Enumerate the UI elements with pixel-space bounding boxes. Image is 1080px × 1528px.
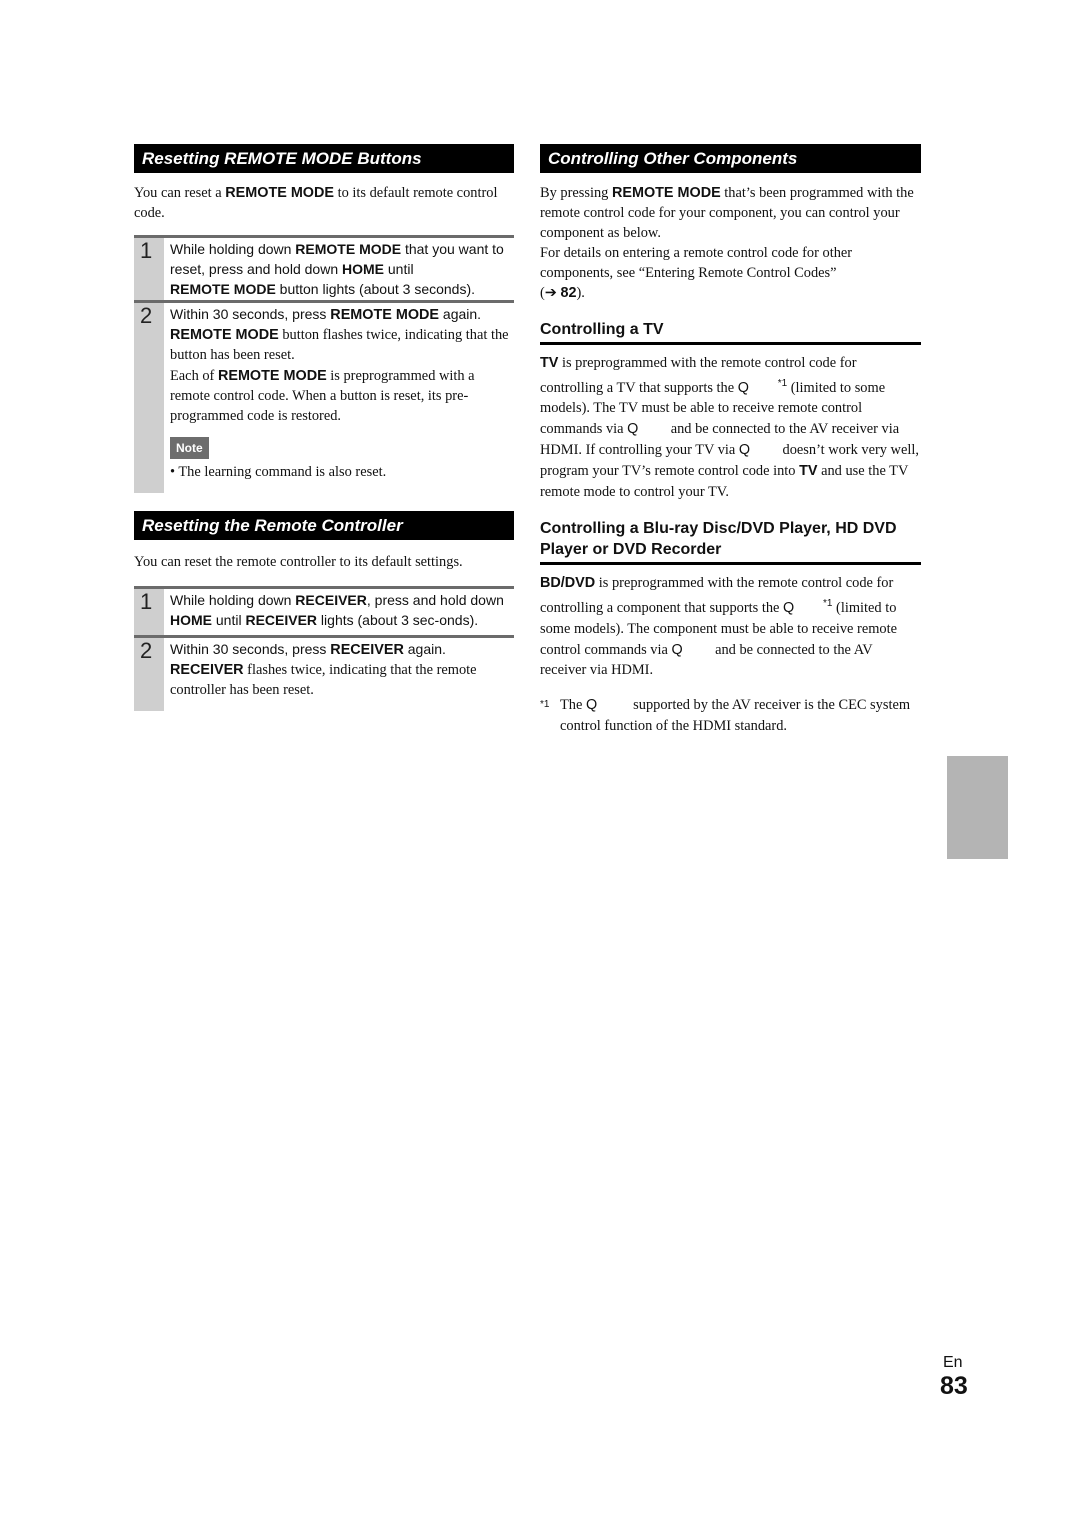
hdmi-control-logo-icon: Q	[737, 379, 749, 396]
step-text: While holding down RECEIVER, press and h…	[170, 592, 504, 628]
step-number: 1	[134, 589, 164, 635]
section-intro: You can reset a REMOTE MODE to its defau…	[134, 185, 498, 221]
step-number: 1	[134, 238, 164, 300]
footnote-text: The Q supported by the AV receiver is th…	[560, 697, 911, 734]
section-reference: For details on entering a remote control…	[540, 245, 853, 301]
step-number: 2	[134, 303, 164, 493]
section-intro: You can reset the remote controller to i…	[134, 554, 463, 570]
note-text: • The learning command is also reset.	[170, 464, 387, 480]
section-intro: By pressing REMOTE MODE that’s been prog…	[540, 185, 914, 241]
right-column: Controlling Other Components By pressing…	[540, 144, 921, 737]
step-text: Within 30 seconds, press RECEIVER again.…	[170, 641, 477, 698]
hdmi-control-logo-icon: Q	[738, 441, 751, 458]
tv-paragraph: TV is preprogrammed with the remote cont…	[540, 355, 919, 500]
step-2: 2 Within 30 seconds, press RECEIVER agai…	[134, 635, 514, 711]
footnote: *1 The Q supported by the AV receiver is…	[540, 695, 921, 737]
hdmi-control-logo-icon: Q	[671, 641, 683, 658]
step-text: While holding down REMOTE MODE that you …	[170, 241, 504, 297]
bd-paragraph: BD/DVD is preprogrammed with the remote …	[540, 575, 897, 679]
step-text: Within 30 seconds, press REMOTE MODE aga…	[164, 303, 514, 493]
hdmi-control-logo-icon: Q	[783, 599, 795, 616]
page-link[interactable]: 82	[560, 285, 576, 301]
hdmi-control-logo-icon: Q	[585, 697, 598, 714]
section-title-resetting-remote-mode: Resetting REMOTE MODE Buttons	[134, 144, 514, 173]
chapter-side-tab	[947, 756, 1008, 859]
page-number: 83	[940, 1372, 968, 1400]
step-2: 2 Within 30 seconds, press REMOTE MODE a…	[134, 300, 514, 493]
hdmi-control-logo-icon: Q	[627, 421, 639, 438]
subheading-controlling-bd-dvd: Controlling a Blu-ray Disc/DVD Player, H…	[540, 518, 921, 566]
step-1: 1 While holding down RECEIVER, press and…	[134, 586, 514, 635]
footnote-mark: *1	[540, 699, 550, 711]
section-title-controlling-other-components: Controlling Other Components	[540, 144, 921, 173]
steps-list: 1 While holding down REMOTE MODE that yo…	[134, 235, 514, 493]
step-1: 1 While holding down REMOTE MODE that yo…	[134, 235, 514, 300]
steps-list: 1 While holding down RECEIVER, press and…	[134, 586, 514, 711]
language-label: En	[943, 1354, 963, 1371]
left-column: Resetting REMOTE MODE Buttons You can re…	[134, 144, 514, 711]
note-badge: Note	[170, 437, 209, 459]
section-title-resetting-remote-controller: Resetting the Remote Controller	[134, 511, 514, 540]
step-number: 2	[134, 638, 164, 711]
subheading-controlling-tv: Controlling a TV	[540, 319, 921, 345]
